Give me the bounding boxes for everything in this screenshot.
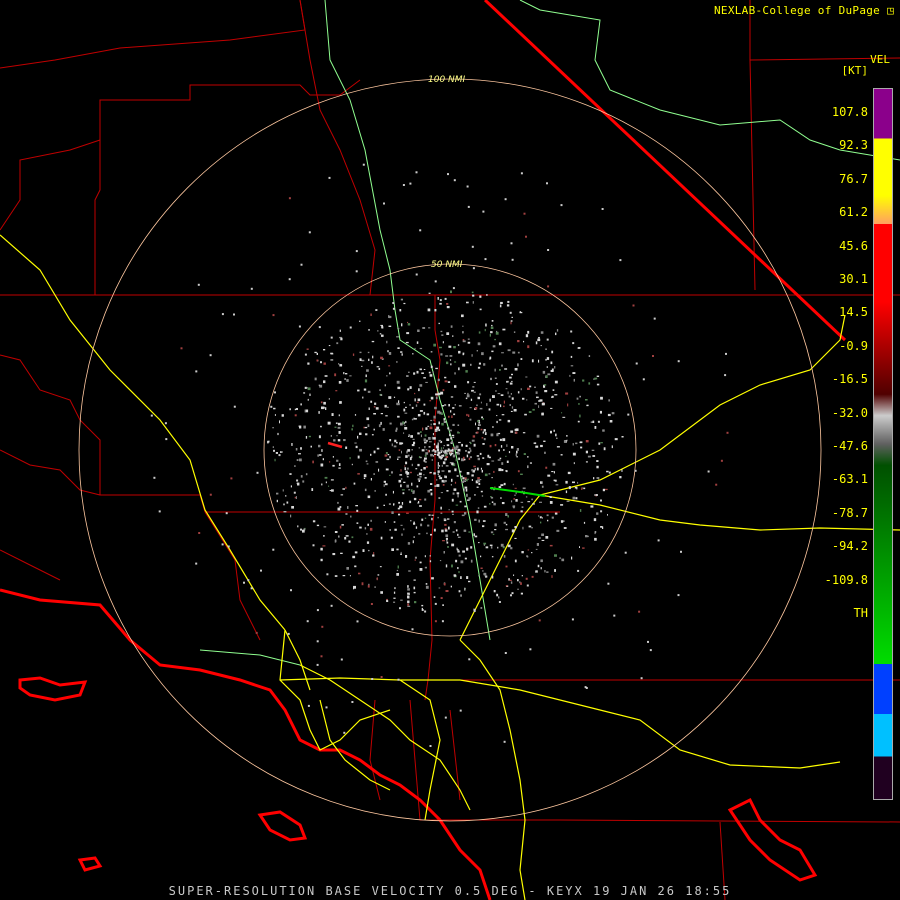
range-ring-50-label: 50 NMI — [431, 260, 463, 270]
legend-tick: 92.3 — [839, 138, 868, 153]
legend-tick: 61.2 — [839, 205, 868, 220]
legend-tick: -63.1 — [831, 472, 868, 487]
legend-tick: 14.5 — [839, 305, 868, 320]
logo-icon: ◳ — [887, 4, 894, 17]
legend-tick: -109.8 — [824, 572, 868, 587]
product-info: SUPER-RESOLUTION BASE VELOCITY 0.5 DEG -… — [168, 884, 732, 898]
legend-tick: 30.1 — [839, 272, 868, 286]
credit-text: NEXLAB-College of DuPage ◳ — [713, 4, 894, 17]
rivers — [199, 0, 900, 666]
legend-tick: -16.5 — [831, 372, 868, 387]
highways — [0, 234, 900, 900]
legend-tick: -32.0 — [831, 405, 868, 420]
legend-tick: -78.7 — [831, 505, 868, 520]
legend-unit: [KT] — [841, 64, 869, 77]
legend-tick: 45.6 — [839, 238, 868, 253]
legend-tick: -94.2 — [831, 539, 868, 554]
legend-tick: -47.6 — [831, 439, 868, 453]
range-ring-100-label: 100 NMI — [428, 75, 466, 85]
legend-tick: 107.8 — [831, 105, 868, 119]
legend-tick: TH — [853, 606, 868, 620]
radar-map: 100 NMI 50 NMI — [0, 0, 900, 900]
legend-tick: 76.7 — [839, 171, 868, 186]
legend-tick: -0.9 — [839, 338, 868, 353]
velocity-echoes — [150, 163, 729, 747]
legend-title: VEL — [870, 53, 890, 66]
velocity-colorbar — [873, 88, 893, 800]
